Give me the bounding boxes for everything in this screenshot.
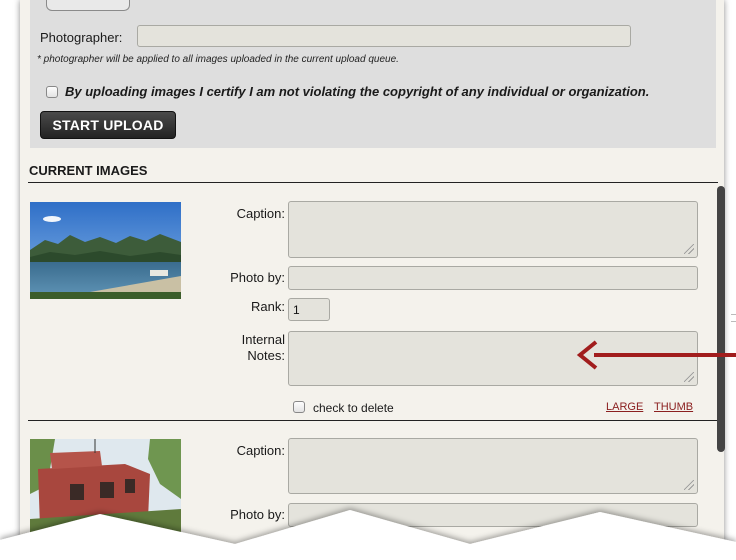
scrollbar-grip-icon[interactable] <box>731 314 736 322</box>
caption-label: Caption: <box>236 206 285 221</box>
resize-grip-icon[interactable] <box>684 480 694 490</box>
resize-grip-icon[interactable] <box>684 372 694 382</box>
section-divider <box>28 182 718 183</box>
certify-checkbox[interactable] <box>46 86 58 98</box>
delete-checkbox[interactable] <box>293 401 305 413</box>
photographer-note: * photographer will be applied to all im… <box>37 54 399 65</box>
previous-button-edge[interactable] <box>46 0 130 11</box>
thumb-link[interactable]: THUMB <box>654 401 693 413</box>
photo-by-label: Photo by: <box>230 270 285 285</box>
caption-label: Caption: <box>236 443 285 458</box>
large-link[interactable]: LARGE <box>606 401 643 413</box>
photographer-label: Photographer: <box>40 30 123 45</box>
screenshot-frame: Photographer: * photographer will be app… <box>0 0 736 560</box>
certify-text: By uploading images I certify I am not v… <box>65 84 650 99</box>
caption-textarea[interactable] <box>288 438 698 494</box>
scrollbar-thumb[interactable] <box>717 186 725 452</box>
rank-input[interactable] <box>288 298 330 321</box>
start-upload-button[interactable]: START UPLOAD <box>40 111 176 139</box>
current-images-title: CURRENT IMAGES <box>29 163 148 178</box>
photo-by-input[interactable] <box>288 266 698 290</box>
annotation-arrow-icon <box>576 340 736 370</box>
rank-label: Rank: <box>251 299 285 314</box>
torn-edge-decoration <box>0 510 736 560</box>
lake-mountains-photo-icon <box>30 202 181 299</box>
delete-label: check to delete <box>313 401 394 415</box>
internal-notes-label-line1: Internal <box>241 332 285 347</box>
image-divider <box>28 420 718 421</box>
caption-textarea[interactable] <box>288 201 698 258</box>
resize-grip-icon[interactable] <box>684 244 694 254</box>
image-thumbnail-lake[interactable] <box>30 202 181 299</box>
photographer-input[interactable] <box>137 25 631 47</box>
internal-notes-label-line2: Notes: <box>247 348 285 363</box>
